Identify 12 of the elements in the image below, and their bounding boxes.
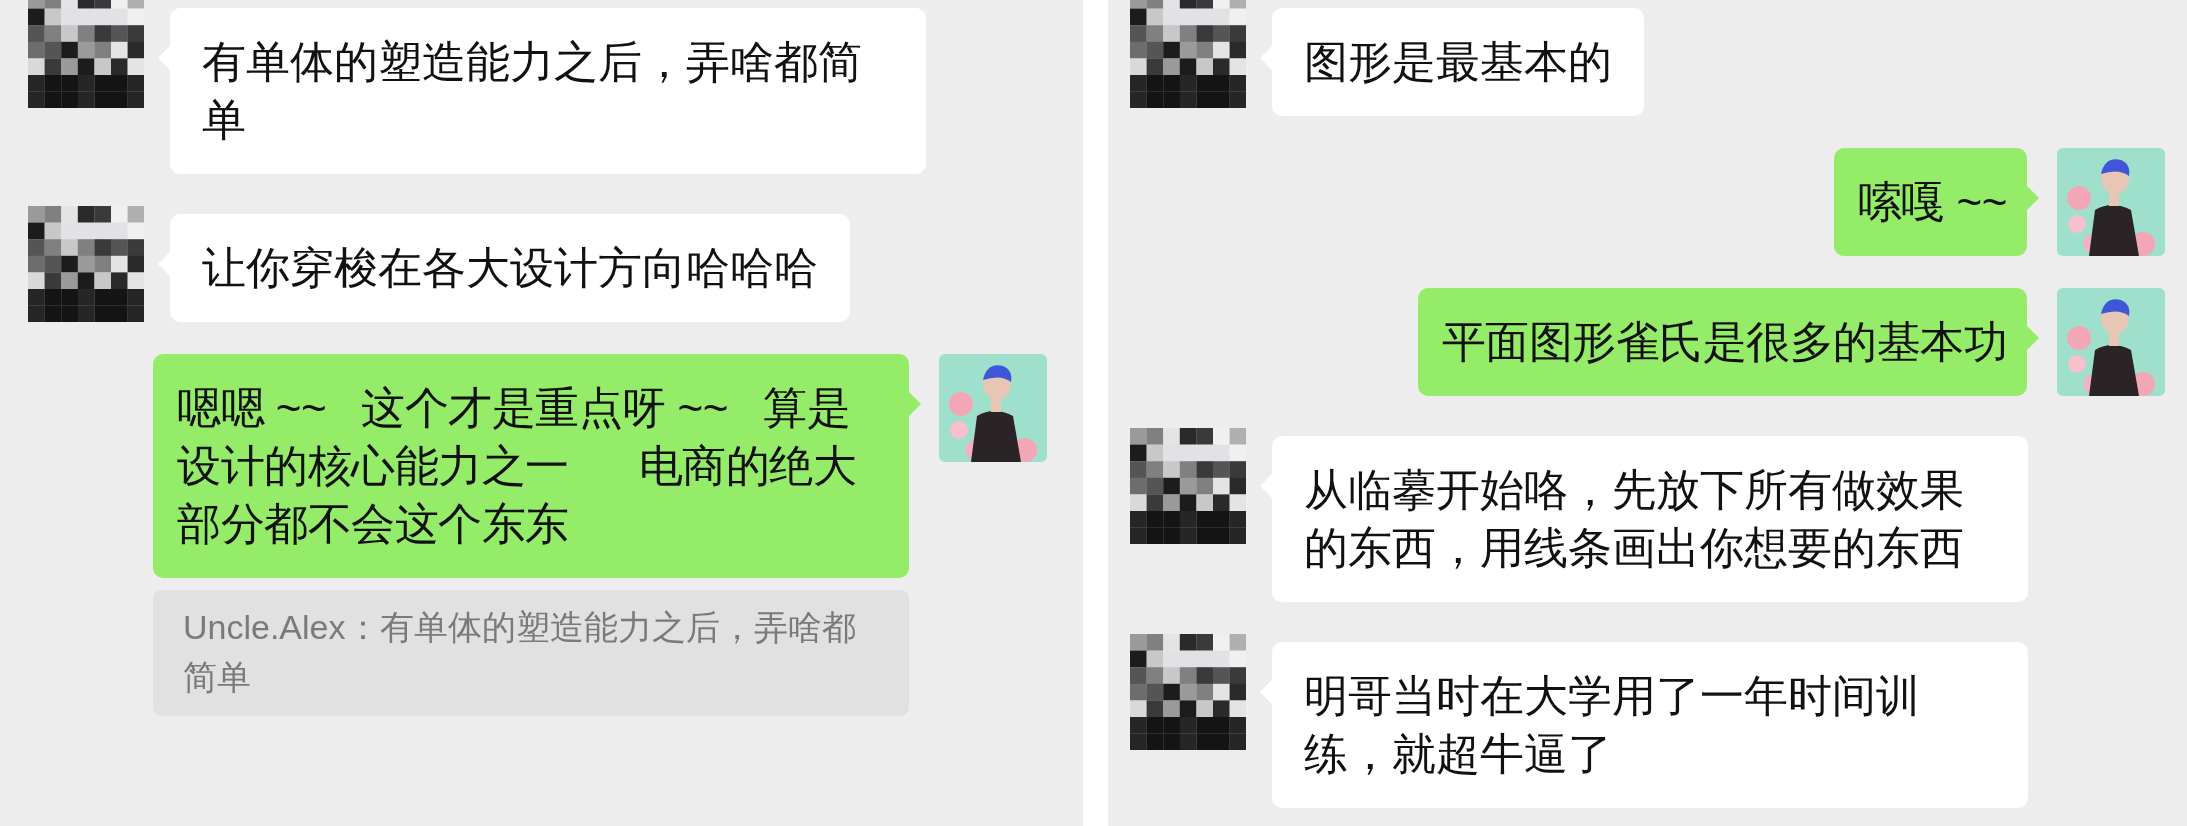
message-bubble: 有单体的塑造能力之后，弄啥都简单 bbox=[170, 8, 926, 174]
message-bubble: 从临摹开始咯，先放下所有做效果的东西，用线条画出你想要的东西 bbox=[1272, 436, 2028, 602]
bubble-tail bbox=[2027, 326, 2039, 350]
message-bubble: 明哥当时在大学用了一年时间训练，就超牛逼了 bbox=[1272, 642, 2028, 808]
message-bubble: 图形是最基本的 bbox=[1272, 8, 1644, 116]
message-bubble: 嗯嗯 ~~ 这个才是重点呀 ~~ 算是设计的核心能力之一 电商的绝大部分都不会这个东东 bbox=[153, 354, 909, 578]
message-bubble: 平面图形雀氏是很多的基本功 bbox=[1417, 288, 2027, 396]
message-bubble: 嗦嘎 ~~ bbox=[1833, 148, 2027, 256]
bubble-tail bbox=[2027, 186, 2039, 210]
quoted-message: Uncle.Alex：有单体的塑造能力之后，弄啥都简单 bbox=[153, 590, 909, 716]
bubble-tail bbox=[909, 392, 921, 416]
message-bubble: 让你穿梭在各大设计方向哈哈哈 bbox=[170, 214, 850, 322]
